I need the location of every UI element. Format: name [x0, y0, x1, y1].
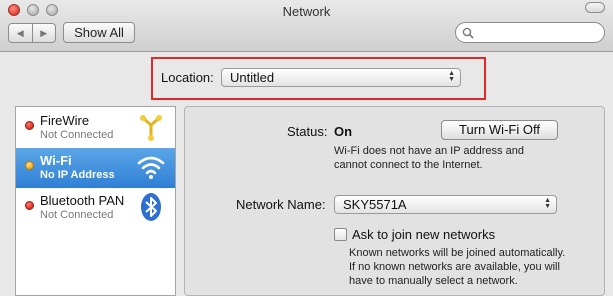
- search-icon: [462, 27, 474, 39]
- bluetooth-icon: [141, 193, 161, 221]
- window-titlebar: Network ◀ ▶ Show All: [0, 0, 613, 52]
- network-name-popup[interactable]: SKY5571A ▲ ▼: [334, 195, 557, 214]
- window-title: Network: [282, 4, 331, 19]
- service-item-bluetooth-pan[interactable]: Bluetooth PAN Not Connected: [16, 188, 175, 228]
- ask-join-description-line2: If no known networks are available, you …: [349, 261, 560, 273]
- popup-arrows-icon: ▲ ▼: [544, 197, 551, 210]
- network-name-value: SKY5571A: [343, 197, 407, 212]
- service-status: No IP Address: [40, 169, 115, 181]
- wifi-icon: [137, 156, 165, 179]
- status-value: On: [334, 124, 353, 139]
- service-name: FireWire: [40, 113, 90, 128]
- ask-join-label: Ask to join new networks: [352, 227, 496, 242]
- back-arrow-icon: ◀: [16, 27, 24, 38]
- turn-wifi-off-button[interactable]: Turn Wi-Fi Off: [441, 120, 558, 140]
- status-description-line2: cannot connect to the Internet.: [334, 159, 483, 171]
- network-name-label: Network Name:: [236, 197, 326, 212]
- back-forward-control: ◀ ▶: [8, 23, 56, 43]
- status-label: Status:: [287, 124, 328, 139]
- status-indicator: [25, 161, 34, 170]
- ask-join-checkbox[interactable]: [334, 228, 347, 241]
- toolbar-toggle-button[interactable]: [585, 2, 605, 13]
- location-popup[interactable]: Untitled ▲ ▼: [221, 68, 461, 87]
- forward-button[interactable]: ▶: [31, 24, 56, 42]
- ask-join-description-line1: Known networks will be joined automatica…: [349, 247, 566, 259]
- location-label: Location:: [161, 70, 214, 85]
- show-all-button[interactable]: Show All: [63, 22, 135, 43]
- service-item-firewire[interactable]: FireWire Not Connected: [16, 108, 175, 148]
- ask-join-description-line3: have to manually select a network.: [349, 275, 518, 287]
- status-description-line1: Wi-Fi does not have an IP address and: [334, 145, 524, 157]
- service-list: FireWire Not Connected Wi-Fi No IP Addre…: [15, 106, 176, 296]
- status-indicator: [25, 201, 34, 210]
- service-name: Bluetooth PAN: [40, 193, 125, 208]
- forward-arrow-icon: ▶: [40, 27, 48, 38]
- popup-arrows-icon: ▲ ▼: [448, 70, 455, 83]
- service-item-wifi[interactable]: Wi-Fi No IP Address: [16, 148, 175, 188]
- back-button[interactable]: ◀: [9, 24, 32, 42]
- firewire-icon: [140, 115, 162, 141]
- search-input[interactable]: [455, 22, 605, 43]
- service-status: Not Connected: [40, 209, 114, 221]
- service-status: Not Connected: [40, 129, 114, 141]
- status-indicator: [25, 121, 34, 130]
- service-name: Wi-Fi: [40, 153, 72, 168]
- location-value: Untitled: [230, 70, 275, 85]
